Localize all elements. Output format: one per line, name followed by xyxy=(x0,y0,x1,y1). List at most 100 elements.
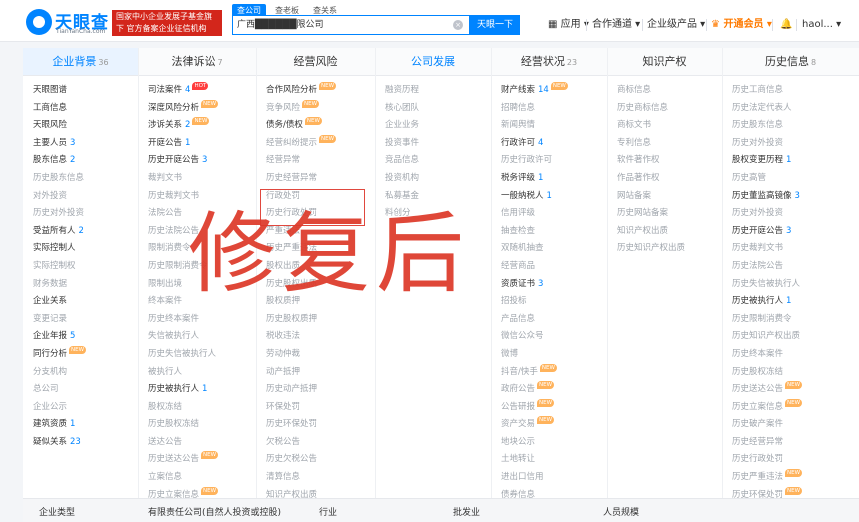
menu-item[interactable]: 历史行政处罚 xyxy=(732,451,802,469)
menu-item[interactable]: 进出口信用 xyxy=(501,469,568,487)
menu-item[interactable]: 招聘信息 xyxy=(501,100,568,118)
menu-item[interactable]: 历史股权质押 xyxy=(266,311,336,329)
menu-item[interactable]: 债务/债权 NEW xyxy=(266,117,336,135)
menu-item[interactable]: 融资历程 xyxy=(385,82,419,100)
column-header-operation[interactable]: 经营状况 23 xyxy=(491,48,607,76)
menu-item[interactable]: 疑似关系 23 xyxy=(33,434,86,452)
menu-item[interactable]: 经营异常 xyxy=(266,152,336,170)
column-header-background[interactable]: 企业背景 36 xyxy=(23,48,138,76)
menu-item[interactable]: 税收违法 xyxy=(266,328,336,346)
menu-item[interactable]: 动产抵押 xyxy=(266,364,336,382)
column-header-history[interactable]: 历史信息 8 xyxy=(722,48,859,76)
menu-item[interactable]: 历史法定代表人 xyxy=(732,100,802,118)
menu-item[interactable]: 企业关系 xyxy=(33,293,86,311)
menu-item[interactable]: 天眼图谱 xyxy=(33,82,86,100)
menu-item[interactable]: 历史知识产权出质 xyxy=(732,328,802,346)
menu-item[interactable]: 历史股权冻结 xyxy=(148,416,218,434)
menu-item[interactable]: 实际控制权 xyxy=(33,258,86,276)
menu-item[interactable]: 商标信息 xyxy=(617,82,685,100)
menu-item[interactable]: 历史董监高镜像 3 xyxy=(732,188,802,206)
menu-item[interactable]: 失信被执行人 xyxy=(148,328,218,346)
menu-item[interactable]: 历史立案信息 NEW xyxy=(732,398,803,417)
menu-item[interactable]: 信用评级 xyxy=(501,205,568,223)
menu-item[interactable]: 历史股东信息 xyxy=(33,170,86,188)
menu-item[interactable]: 合作风险分析 NEW xyxy=(266,82,337,100)
menu-item[interactable]: 一般纳税人 1 xyxy=(501,188,568,206)
menu-item[interactable]: 历史欠税公告 xyxy=(266,451,336,469)
nav-enterprise[interactable]: 企业级产品 ▾ xyxy=(647,15,705,35)
menu-item[interactable]: 抽查检查 xyxy=(501,223,568,241)
menu-item[interactable]: 历史失信被执行人 xyxy=(148,346,218,364)
menu-item[interactable]: 政府公告 NEW xyxy=(501,381,568,399)
menu-item[interactable]: 税务评级 1 xyxy=(501,170,568,188)
menu-item[interactable]: 总公司 xyxy=(33,381,86,399)
menu-item[interactable]: 劳动仲裁 xyxy=(266,346,336,364)
menu-item[interactable]: 资产交易 NEW xyxy=(501,416,568,434)
menu-item[interactable]: 送达公告 xyxy=(148,434,218,452)
menu-item[interactable]: 股东信息 2 xyxy=(33,152,86,170)
menu-item[interactable]: 经营商品 xyxy=(501,258,568,276)
menu-item[interactable]: 历史股东信息 xyxy=(732,117,802,135)
menu-item[interactable]: 历史商标信息 xyxy=(617,100,685,118)
menu-item[interactable]: 财务数据 xyxy=(33,276,86,294)
menu-item[interactable]: 历史裁判文书 xyxy=(732,240,802,258)
menu-item[interactable]: 股权变更历程 1 xyxy=(732,152,802,170)
menu-item[interactable]: 历史经营异常 xyxy=(732,434,802,452)
menu-item[interactable]: 知识产权出质 xyxy=(617,223,685,241)
clear-icon[interactable]: × xyxy=(453,20,463,30)
menu-item[interactable]: 历史知识产权出质 xyxy=(617,240,685,258)
menu-item[interactable]: 历史法院公告 xyxy=(732,258,802,276)
menu-item[interactable]: 招投标 xyxy=(501,293,568,311)
menu-item[interactable]: 竞争风险 NEW xyxy=(266,99,336,118)
menu-item[interactable]: 核心团队 xyxy=(385,100,419,118)
menu-item[interactable]: 公告研报 NEW xyxy=(501,398,568,417)
menu-item[interactable]: 对外投资 xyxy=(33,188,86,206)
menu-item[interactable]: 涉诉关系 2 NEW xyxy=(148,117,218,135)
nav-app[interactable]: ▦ 应用 ▾ xyxy=(548,15,589,35)
menu-item[interactable]: 历史终本案件 xyxy=(732,346,802,364)
nav-user[interactable]: haol... ▾ xyxy=(802,15,841,35)
menu-item[interactable]: 历史对外投资 xyxy=(732,135,802,153)
menu-item[interactable]: 产品信息 xyxy=(501,311,568,329)
nav-vip[interactable]: ♛ 开通会员 ▾ xyxy=(711,15,772,35)
menu-item[interactable]: 历史对外投资 xyxy=(33,205,86,223)
menu-item[interactable]: 历史网站备案 xyxy=(617,205,685,223)
menu-item[interactable]: 建筑资质 1 xyxy=(33,416,86,434)
menu-item[interactable]: 历史失信被执行人 xyxy=(732,276,802,294)
menu-item[interactable]: 历史破产案件 xyxy=(732,416,802,434)
search-input[interactable]: 广西██████限公司 × xyxy=(232,15,470,35)
menu-item[interactable]: 历史送达公告 NEW xyxy=(148,451,219,469)
menu-item[interactable]: 投资事件 xyxy=(385,135,419,153)
menu-item[interactable]: 被执行人 xyxy=(148,364,218,382)
menu-item[interactable]: 历史送达公告 NEW xyxy=(732,381,803,399)
menu-item[interactable]: 工商信息 xyxy=(33,100,86,118)
menu-item[interactable]: 作品著作权 xyxy=(617,170,685,188)
menu-item[interactable]: 欠税公告 xyxy=(266,434,336,452)
menu-item[interactable]: 实际控制人 xyxy=(33,240,86,258)
menu-item[interactable]: 网站备案 xyxy=(617,188,685,206)
menu-item[interactable]: 行政许可 4 xyxy=(501,135,568,153)
menu-item[interactable]: 变更记录 xyxy=(33,311,86,329)
menu-item[interactable]: 历史开庭公告 3 xyxy=(148,152,218,170)
menu-item[interactable]: 分支机构 xyxy=(33,364,86,382)
menu-item[interactable]: 历史终本案件 xyxy=(148,311,218,329)
menu-item[interactable]: 历史被执行人 1 xyxy=(148,381,218,399)
tianyancha-logo-icon[interactable] xyxy=(26,9,52,35)
menu-item[interactable]: 财产线索 14 NEW xyxy=(501,82,568,100)
menu-item[interactable]: 历史行政许可 xyxy=(501,152,568,170)
column-header-development[interactable]: 公司发展 xyxy=(375,48,491,76)
search-button[interactable]: 天眼一下 xyxy=(470,15,520,35)
menu-item[interactable]: 历史对外投资 xyxy=(732,205,802,223)
menu-item[interactable]: 历史工商信息 xyxy=(732,82,802,100)
menu-item[interactable]: 双随机抽查 xyxy=(501,240,568,258)
menu-item[interactable]: 企业业务 xyxy=(385,117,419,135)
menu-item[interactable]: 主要人员 3 xyxy=(33,135,86,153)
menu-item[interactable]: 历史开庭公告 3 xyxy=(732,223,802,241)
menu-item[interactable]: 司法案件 4 HOT xyxy=(148,82,218,100)
menu-item[interactable]: 股权冻结 xyxy=(148,399,218,417)
menu-item[interactable]: 立案信息 xyxy=(148,469,218,487)
menu-item[interactable]: 经营纠纷提示 NEW xyxy=(266,134,337,153)
menu-item[interactable]: 历史严重违法 NEW xyxy=(732,469,803,487)
menu-item[interactable]: 土地转让 xyxy=(501,451,568,469)
column-header-risk[interactable]: 经营风险 xyxy=(256,48,375,76)
